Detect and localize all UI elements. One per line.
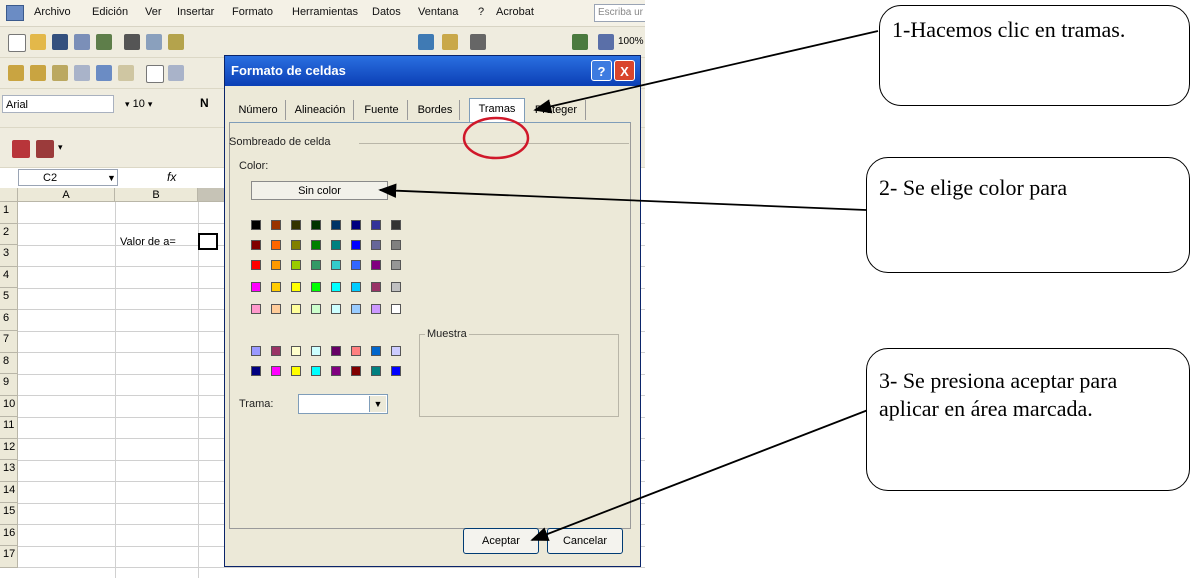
callout-step-3: 3- Se presiona aceptar para aplicar en á…	[866, 348, 1190, 491]
callout-step-2: 2- Se elige color para	[866, 157, 1190, 273]
highlight-circle-tramas	[462, 116, 530, 160]
arrow-to-tramas	[533, 30, 879, 114]
arrow-to-aceptar	[530, 409, 869, 541]
arrow-to-sin-color	[378, 183, 867, 211]
callout-step-1: 1-Hacemos clic en tramas.	[879, 5, 1190, 106]
